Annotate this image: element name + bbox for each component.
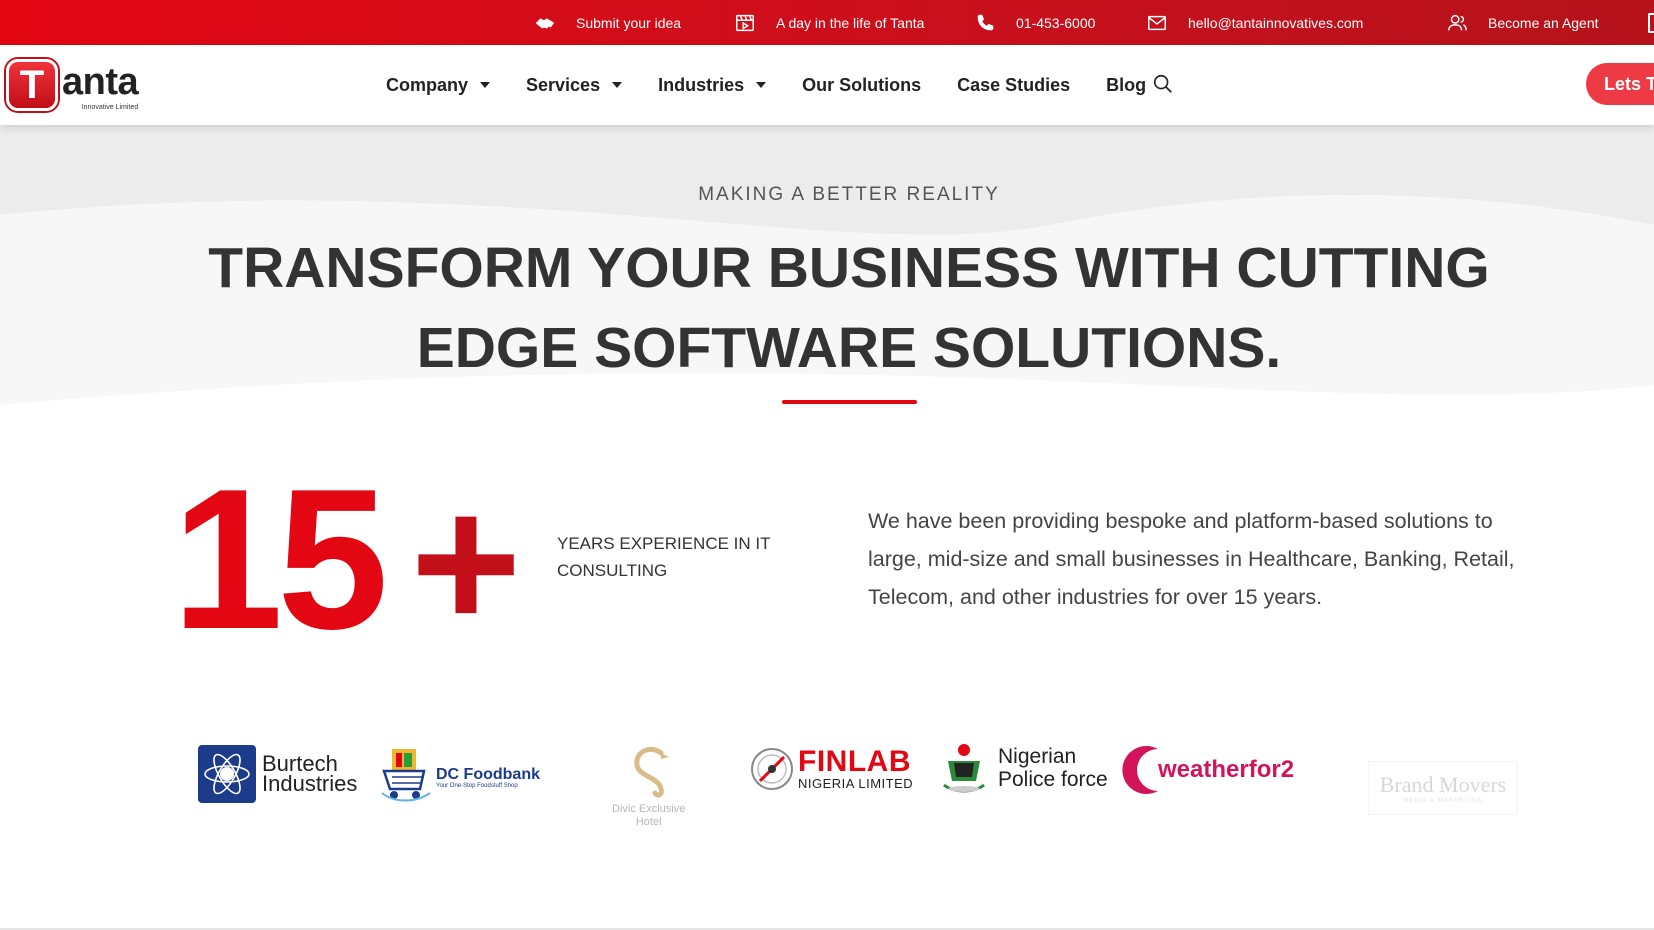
email-link[interactable]: hello@tantainnovatives.com <box>1146 0 1363 45</box>
main-nav: Company Services Industries Our Solution… <box>386 45 1182 125</box>
lets-talk-button[interactable]: Lets Ta <box>1586 63 1654 105</box>
compass-seal-icon <box>751 748 793 790</box>
search-icon <box>1153 74 1172 93</box>
atom-icon <box>198 745 256 803</box>
phone-icon <box>977 14 994 30</box>
video-clapper-icon <box>736 14 754 31</box>
logo-word: anta <box>62 61 139 103</box>
caret-down-icon <box>612 82 623 88</box>
years-stat-number: 15 + <box>172 448 521 671</box>
shopping-cart-icon <box>381 749 431 802</box>
years-stat-label: YEARS EXPERIENCE IN IT CONSULTING <box>557 534 771 580</box>
nav-case-studies[interactable]: Case Studies <box>957 75 1070 96</box>
nav-company[interactable]: Company <box>386 75 491 96</box>
search-button[interactable] <box>1152 73 1174 95</box>
client-logo-dc-foodbank[interactable]: DC Foodbank Your One-Stop Foodstuff Shop <box>380 745 540 805</box>
client-logo-nigerian-police[interactable]: Nigerian Police force <box>940 741 1108 795</box>
client-logo-weatherfor2[interactable]: weatherfor2 <box>1122 743 1294 797</box>
nav-services[interactable]: Services <box>526 75 623 96</box>
client-logo-brand-movers[interactable]: Brand Movers MEDIA & MARKETING <box>1368 761 1518 815</box>
nav-our-solutions[interactable]: Our Solutions <box>802 75 921 96</box>
swan-icon <box>634 747 669 798</box>
day-in-life-link[interactable]: A day in the life of Tanta <box>734 0 924 45</box>
logo-mark: T <box>6 59 58 111</box>
main-header: T anta Innovative Limited Company Servic… <box>0 45 1654 125</box>
company-description: We have been providing bespoke and platf… <box>868 509 1515 609</box>
headline-underline <box>782 400 917 404</box>
become-agent-link[interactable]: Become an Agent <box>1446 0 1599 45</box>
client-logos-strip: Burtech Industries DC Foodbank Your One-… <box>0 735 1654 845</box>
nav-industries[interactable]: Industries <box>658 75 767 96</box>
police-crest-icon <box>943 744 985 793</box>
caret-down-icon <box>480 82 491 88</box>
hero-eyebrow: MAKING A BETTER REALITY <box>698 184 1000 205</box>
submit-idea-link[interactable]: Submit your idea <box>534 0 681 45</box>
top-utility-bar: Submit your idea A day in the life of Ta… <box>0 0 1654 45</box>
login-icon-partial[interactable] <box>1648 13 1654 33</box>
client-logo-burtech[interactable]: Burtech Industries <box>198 745 357 803</box>
caret-down-icon <box>756 82 767 88</box>
phone-link[interactable]: 01-453-6000 <box>974 0 1095 45</box>
tanta-logo[interactable]: T anta Innovative Limited <box>6 59 139 111</box>
users-icon <box>1448 14 1467 30</box>
nav-blog[interactable]: Blog <box>1106 75 1146 96</box>
client-logo-finlab[interactable]: FINLAB NIGERIA LIMITED <box>750 746 913 791</box>
client-logo-divic-hotel[interactable]: Divic Exclusive Hotel <box>612 743 685 829</box>
handshake-icon <box>535 17 555 28</box>
logo-tagline: Innovative Limited <box>81 104 139 111</box>
mail-icon <box>1148 15 1166 30</box>
hero-headline: TRANSFORM YOUR BUSINESS WITH CUTTING EDG… <box>208 236 1490 380</box>
